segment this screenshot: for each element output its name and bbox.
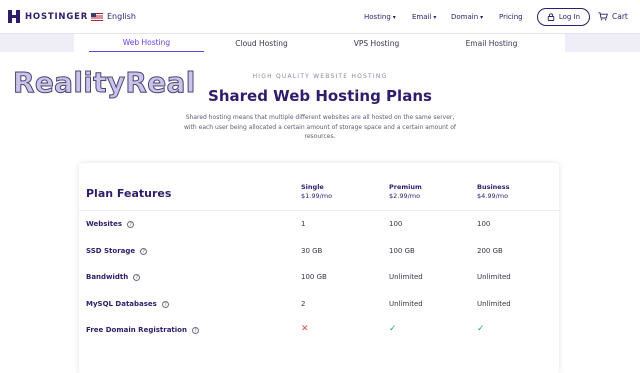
help-icon[interactable]: ? [140, 247, 148, 255]
lock-icon [547, 13, 555, 21]
plan-column-single: Single $1.99/mo [301, 183, 332, 201]
table-cell: 1 [301, 220, 306, 228]
cart-button[interactable]: Cart [598, 12, 628, 21]
chevron-down-icon: ▾ [480, 13, 484, 21]
table-cell: 100 [477, 220, 491, 228]
nav-hosting-label: Hosting [364, 13, 391, 21]
nav-domain-label: Domain [451, 13, 479, 21]
table-cell: Unlimited [477, 300, 511, 308]
tab-vps-hosting[interactable]: VPS Hosting [319, 34, 434, 52]
table-cell: Unlimited [389, 300, 423, 308]
login-label: Log In [558, 13, 581, 21]
feature-mysql-databases: MySQL Databases ? [86, 300, 169, 308]
chevron-down-icon: ▾ [433, 13, 437, 21]
feature-label: MySQL Databases [86, 300, 157, 308]
table-cell: Unlimited [477, 273, 511, 281]
plan-name: Single [301, 183, 324, 191]
check-icon: ✓ [389, 324, 397, 334]
nav-domain[interactable]: Domain ▾ [451, 13, 483, 21]
tab-email-hosting[interactable]: Email Hosting [434, 34, 549, 52]
help-icon[interactable]: ? [191, 326, 199, 334]
help-icon[interactable]: ? [127, 220, 135, 228]
tab-web-hosting[interactable]: Web Hosting [89, 34, 204, 52]
table-cell: 100 GB [389, 247, 415, 255]
feature-label: SSD Storage [86, 247, 136, 255]
table-cell: 100 [389, 220, 403, 228]
table-cell: 2 [301, 300, 306, 308]
nav-email[interactable]: Email ▾ [412, 13, 436, 21]
table-cell: 30 GB [301, 247, 323, 255]
nav-email-label: Email [412, 13, 432, 21]
cross-icon: ✕ [301, 324, 309, 334]
language-label: English [107, 12, 136, 21]
feature-label: Bandwidth [86, 273, 129, 281]
cart-icon [598, 12, 608, 21]
plan-column-premium: Premium $2.99/mo [389, 183, 422, 201]
feature-label: Free Domain Registration [86, 326, 187, 334]
language-selector[interactable]: English [91, 12, 136, 21]
table-cell: 100 GB [301, 273, 327, 281]
feature-label: Websites [86, 220, 123, 228]
brand-name: HOSTINGER [25, 11, 89, 22]
feature-websites: Websites ? [86, 220, 135, 228]
help-icon[interactable]: ? [133, 273, 141, 281]
table-heading: Plan Features [86, 187, 172, 200]
hostinger-logo-icon [8, 10, 20, 23]
table-cell: 200 GB [477, 247, 503, 255]
section-eyebrow: HIGH QUALITY WEBSITE HOSTING [252, 73, 388, 80]
section-description: Shared hosting means that multiple diffe… [184, 114, 456, 140]
plan-price: $2.99/mo [389, 192, 421, 200]
tab-cloud-hosting[interactable]: Cloud Hosting [204, 34, 319, 52]
brand-logo[interactable]: HOSTINGER [8, 10, 88, 23]
page-title: Shared Web Hosting Plans [208, 87, 432, 105]
plan-comparison-table: Plan Features Single $1.99/mo Premium $2… [79, 163, 559, 373]
check-icon: ✓ [477, 324, 485, 334]
feature-ssd-storage: SSD Storage ? [86, 247, 148, 255]
hosting-tabs: Web Hosting Cloud Hosting VPS Hosting Em… [74, 34, 565, 52]
us-flag-icon [91, 12, 103, 21]
feature-bandwidth: Bandwidth ? [86, 273, 141, 281]
nav-pricing[interactable]: Pricing [499, 13, 523, 21]
cart-label: Cart [612, 12, 628, 21]
plan-column-business: Business $4.99/mo [477, 183, 509, 201]
plan-price: $1.99/mo [301, 192, 333, 200]
chevron-down-icon: ▾ [392, 13, 396, 21]
nav-pricing-label: Pricing [499, 13, 523, 21]
login-button[interactable]: Log In [537, 8, 590, 26]
help-icon[interactable]: ? [161, 300, 169, 308]
row-divider [79, 210, 559, 211]
table-cell: Unlimited [389, 273, 423, 281]
plan-price: $4.99/mo [477, 192, 509, 200]
top-navigation: HOSTINGER English Hosting ▾ Email ▾ Domain… [0, 0, 640, 34]
plan-name: Business [477, 183, 510, 191]
feature-free-domain-registration: Free Domain Registration ? [86, 326, 199, 334]
nav-hosting[interactable]: Hosting ▾ [364, 13, 396, 21]
plan-name: Premium [389, 183, 422, 191]
